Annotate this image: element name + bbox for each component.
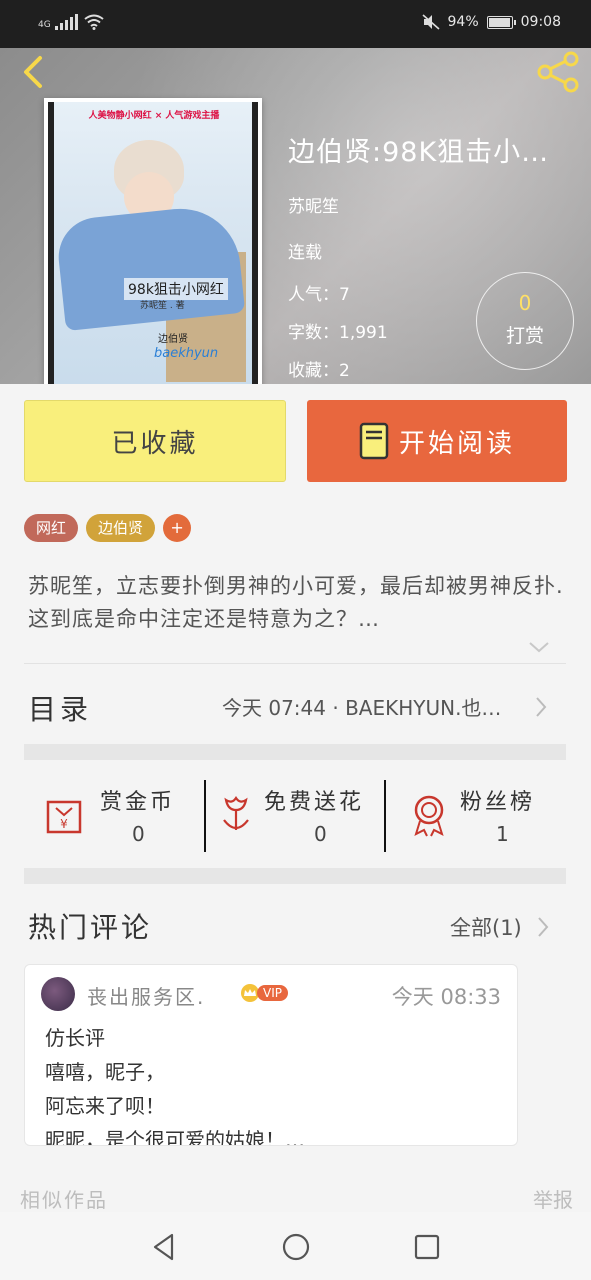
tag-list: 网红 边伯贤 + (24, 514, 192, 542)
vip-label: VIP (257, 985, 288, 1001)
stat-label: 赏金币 (100, 790, 176, 815)
stat-flowers[interactable]: 免费送花 0 (206, 776, 384, 852)
signal-icon (54, 14, 78, 30)
back-icon[interactable] (14, 52, 54, 92)
book-cover[interactable]: 人美物静小网红 × 人气游戏主播 98k狙击小网红 苏昵笙 . 著 边伯贤 ba… (44, 98, 262, 384)
divider (24, 663, 566, 664)
network-type: 4G (38, 20, 51, 30)
stat-value: 0 (314, 822, 327, 846)
tip-count: 0 (518, 291, 532, 315)
share-icon[interactable] (535, 50, 583, 94)
start-reading-label: 开始阅读 (398, 428, 515, 459)
avatar[interactable] (41, 977, 75, 1011)
stat-label: 粉丝榜 (460, 790, 536, 815)
book-author[interactable]: 苏昵笙 (288, 192, 339, 217)
svg-text:¥: ¥ (60, 817, 68, 831)
mute-icon (421, 14, 440, 30)
cover-banner: 人美物静小网红 × 人气游戏主播 (88, 111, 220, 121)
cover-title: 98k狙击小网红 (124, 278, 228, 300)
book-header: 人美物静小网红 × 人气游戏主播 98k狙击小网红 苏昵笙 . 著 边伯贤 ba… (0, 48, 591, 384)
stat-label: 免费送花 (264, 790, 365, 815)
add-tag-button[interactable]: + (163, 514, 192, 542)
wifi-icon (84, 14, 104, 30)
system-nav-bar (0, 1212, 591, 1280)
nav-back-icon[interactable] (150, 1232, 178, 1262)
nav-recent-apps-icon[interactable] (414, 1234, 440, 1260)
vip-badge: VIP (239, 983, 288, 1003)
section-separator (24, 868, 566, 884)
clock: 09:08 (520, 14, 561, 30)
cover-artwork: 人美物静小网红 × 人气游戏主播 98k狙击小网红 苏昵笙 . 著 边伯贤 ba… (48, 102, 258, 384)
book-icon (359, 422, 389, 460)
battery-icon (486, 15, 516, 29)
red-envelope-icon: ¥ (46, 800, 82, 834)
support-stats: ¥ 赏金币 0 免费送花 0 粉丝榜 1 (24, 776, 566, 852)
cover-figure-body (54, 202, 246, 332)
tag-baekhyun[interactable]: 边伯贤 (86, 514, 156, 542)
toc-label[interactable]: 目录 (28, 688, 92, 728)
comment-line: 嘻嘻，昵子， (45, 1060, 165, 1084)
comment-line: 阿忘来了呗！ (45, 1094, 165, 1118)
stat-coins[interactable]: ¥ 赏金币 0 (24, 776, 204, 852)
book-wordcount: 字数：1,991 (288, 323, 388, 343)
toc-latest-chapter[interactable]: 今天 07:44 · BAEKHYUN.也… (222, 692, 524, 721)
book-favorites: 收藏：2 (288, 361, 350, 381)
medal-icon (414, 795, 444, 837)
chevron-right-icon[interactable] (534, 696, 548, 718)
favorited-button[interactable]: 已收藏 (24, 400, 286, 482)
comment-body: 仿长评 嘻嘻，昵子， 阿忘来了呗！ 昵昵，是个很可爱的姑娘！… (45, 1021, 505, 1146)
tip-label: 打赏 (505, 325, 544, 347)
all-comments-link[interactable]: 全部(1) (450, 912, 522, 942)
report-link[interactable]: 举报 (533, 1184, 573, 1213)
hot-comments-title: 热门评论 (28, 911, 153, 944)
start-reading-button[interactable]: 开始阅读 (307, 400, 567, 482)
cover-sign-cn: 边伯贤 (158, 334, 188, 345)
book-status: 连载 (288, 243, 322, 263)
status-bar: 4G 94% 09:08 (0, 0, 591, 48)
similar-works-label: 相似作品 (20, 1188, 108, 1212)
book-description[interactable]: 苏昵笙，立志要扑倒男神的小可爱，最后却被男神反扑.这到底是命中注定还是特意为之？… (28, 570, 564, 636)
tag-wanghong[interactable]: 网红 (24, 514, 79, 542)
comment-time: 今天 08:33 (391, 985, 501, 1009)
cover-subtitle: 苏昵笙 . 著 (140, 301, 185, 311)
chevron-right-icon[interactable] (536, 916, 550, 938)
comment-username[interactable]: 丧出服务区. (87, 981, 205, 1010)
stat-value: 1 (496, 822, 509, 846)
tip-button[interactable]: 0 打赏 (476, 272, 574, 370)
comment-line: 仿长评 (45, 1026, 105, 1050)
book-title: 边伯贤:98K狙击小网红 (288, 137, 573, 168)
section-separator (24, 744, 566, 760)
stat-value: 0 (132, 822, 145, 846)
book-popularity: 人气：7 (288, 285, 350, 305)
stat-fans[interactable]: 粉丝榜 1 (386, 776, 566, 852)
flower-icon (223, 796, 249, 830)
comment-card[interactable]: 丧出服务区. VIP 今天 08:33 仿长评 嘻嘻，昵子， 阿忘来了呗！ 昵昵… (24, 964, 518, 1146)
nav-home-icon[interactable] (282, 1233, 310, 1261)
cover-sign-en: baekhyun (154, 346, 219, 361)
comment-line: 昵昵，是个很可爱的姑娘！… (45, 1128, 305, 1146)
expand-chevron-icon[interactable] (528, 640, 550, 654)
battery-percent: 94% (447, 14, 479, 30)
